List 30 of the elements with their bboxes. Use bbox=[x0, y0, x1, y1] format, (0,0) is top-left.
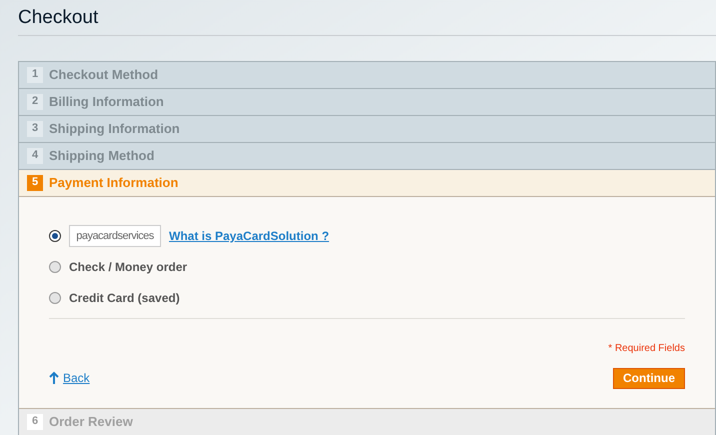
step-header[interactable]: 1 Checkout Method bbox=[19, 62, 715, 88]
step-title: Payment Information bbox=[49, 174, 178, 192]
radio-button[interactable] bbox=[49, 261, 61, 273]
step-header[interactable]: 2 Billing Information bbox=[19, 88, 715, 116]
step-title: Billing Information bbox=[49, 92, 164, 111]
step-number: 6 bbox=[27, 414, 43, 430]
step-header[interactable]: 4 Shipping Method bbox=[19, 142, 715, 170]
info-link[interactable]: What is PayaCardSolution ? bbox=[169, 227, 330, 245]
continue-button[interactable]: Continue bbox=[613, 368, 685, 388]
step-title: Shipping Method bbox=[49, 146, 154, 165]
back-link[interactable]: Back bbox=[49, 369, 90, 387]
radio-button[interactable] bbox=[49, 230, 61, 242]
step-number: 4 bbox=[27, 148, 43, 164]
payment-logo: payacardservices bbox=[69, 225, 161, 247]
step-number: 3 bbox=[27, 120, 43, 136]
page-title: Checkout bbox=[18, 4, 716, 36]
step-header[interactable]: 3 Shipping Information bbox=[19, 116, 715, 142]
up-arrow-icon bbox=[49, 371, 59, 385]
radio-button[interactable] bbox=[49, 292, 61, 304]
step-header[interactable]: 6 Order Review bbox=[19, 408, 715, 435]
payment-label: Check / Money order bbox=[69, 259, 188, 276]
step-number: 2 bbox=[27, 94, 43, 110]
step-header[interactable]: 5 Payment Information bbox=[19, 170, 715, 196]
payment-label: Credit Card (saved) bbox=[69, 290, 180, 307]
required-note: * Required Fields bbox=[608, 342, 685, 356]
step-number: 5 bbox=[27, 174, 43, 190]
step-title: Order Review bbox=[49, 412, 133, 431]
step-number: 1 bbox=[27, 66, 43, 82]
step-title: Checkout Method bbox=[49, 66, 158, 84]
step-title: Shipping Information bbox=[49, 120, 180, 138]
